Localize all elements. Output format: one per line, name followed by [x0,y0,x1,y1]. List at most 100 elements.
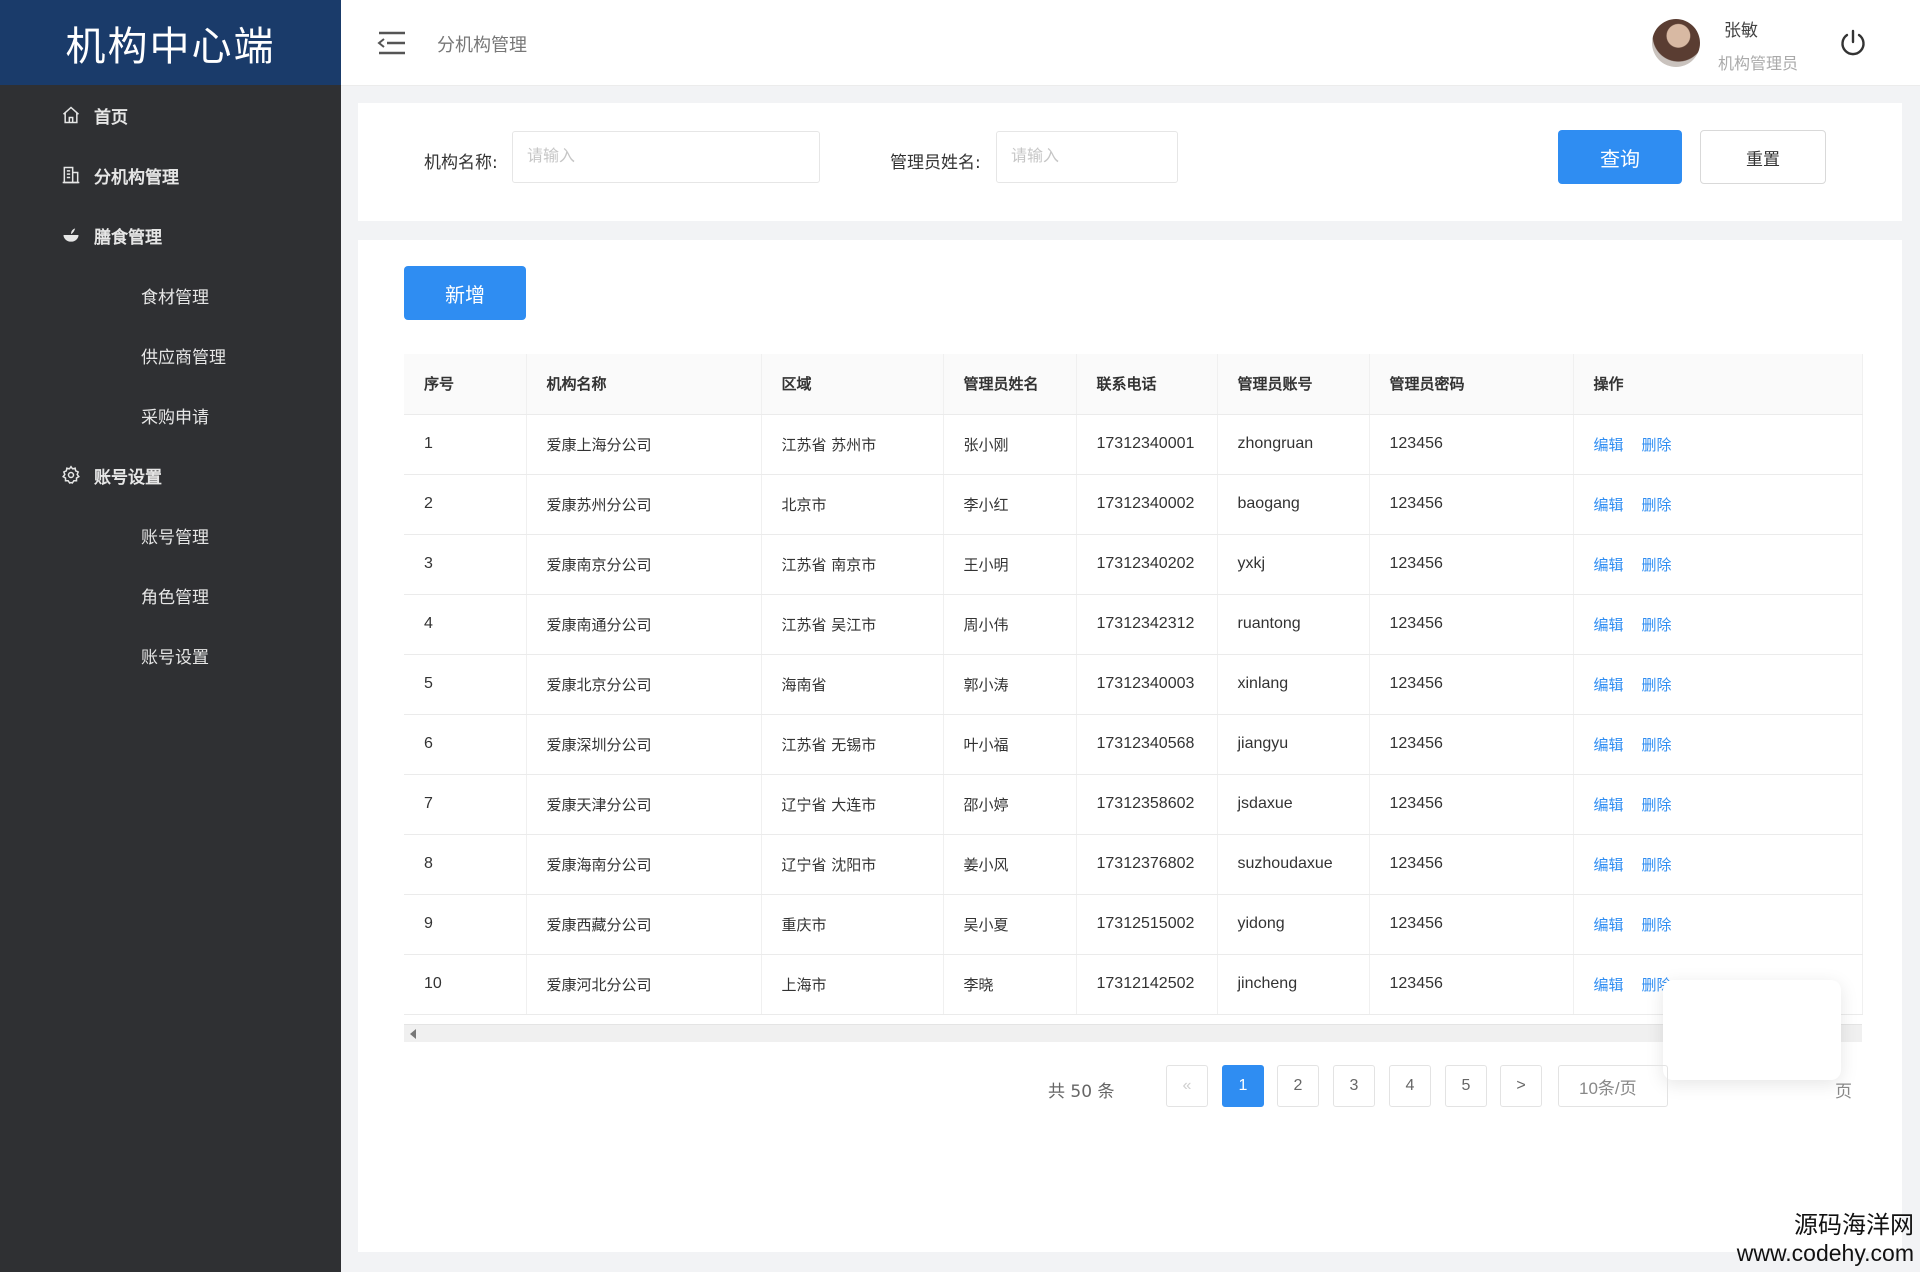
edit-link[interactable]: 编辑 [1594,677,1624,694]
delete-link[interactable]: 删除 [1642,917,1672,934]
page-button-4[interactable]: 4 [1389,1065,1431,1107]
scroll-left-arrow-icon[interactable] [410,1029,416,1039]
cell-org-name: 爱康深圳分公司 [526,714,762,775]
watermark-line2: www.codehy.com [1736,1239,1914,1266]
cell-index: 10 [404,954,527,1015]
delete-link[interactable]: 删除 [1642,857,1672,874]
query-button[interactable]: 查询 [1558,130,1682,184]
page-button-2[interactable]: 2 [1277,1065,1319,1107]
cell-region: 江苏省 无锡市 [761,714,944,775]
edit-link[interactable]: 编辑 [1594,737,1624,754]
cell-index: 6 [404,714,527,775]
cell-org-name: 爱康南通分公司 [526,594,762,655]
table-row: 7 爱康天津分公司 辽宁省 大连市 邵小婷 17312358602 jsdaxue 1234… [404,774,1863,835]
cell-admin-password: 123456 [1369,594,1574,655]
cell-actions: 编辑 删除 [1573,714,1863,775]
col-header-admin-account: 管理员账号 [1217,354,1370,415]
cell-admin-name: 王小明 [943,534,1077,595]
cell-actions: 编辑 删除 [1573,654,1863,715]
cell-actions: 编辑 删除 [1573,414,1863,475]
cell-region: 上海市 [761,954,944,1015]
cell-admin-password: 123456 [1369,714,1574,775]
cell-index: 1 [404,414,527,475]
col-header-org-name: 机构名称 [526,354,762,415]
sidebar-item-label: 账号设置 [94,467,162,488]
add-button[interactable]: 新增 [404,266,526,320]
sidebar-item-purchase-request[interactable]: 采购申请 [0,385,341,445]
power-icon[interactable] [1838,28,1868,58]
cell-admin-account: ruantong [1217,594,1370,655]
sidebar: 机构中心端 首页 分机构管理 膳食管理 食材管理 供应商管理 采购申请 账号设置… [0,0,341,1272]
col-header-region: 区域 [761,354,944,415]
cell-actions: 编辑 删除 [1573,834,1863,895]
sidebar-menu: 首页 分机构管理 膳食管理 食材管理 供应商管理 采购申请 账号设置 账号管理 … [0,85,341,685]
cell-index: 9 [404,894,527,955]
cell-admin-account: jiangyu [1217,714,1370,775]
page-size-select[interactable]: 10条/页 [1558,1065,1668,1107]
breadcrumb: 分机构管理 [437,35,527,56]
sidebar-item-ingredients[interactable]: 食材管理 [0,265,341,325]
table-row: 9 爱康西藏分公司 重庆市 吴小夏 17312515002 yidong 123456 编辑 删… [404,894,1863,955]
sidebar-item-account-settings[interactable]: 账号设置 [0,625,341,685]
table-row: 2 爱康苏州分公司 北京市 李小红 17312340002 baogang 123456 编辑… [404,474,1863,535]
cell-org-name: 爱康西藏分公司 [526,894,762,955]
delete-link[interactable]: 删除 [1642,797,1672,814]
food-icon [60,224,82,246]
user-role: 机构管理员 [1717,54,1798,73]
page-button-5[interactable]: 5 [1445,1065,1487,1107]
edit-link[interactable]: 编辑 [1594,797,1624,814]
delete-link[interactable]: 删除 [1642,557,1672,574]
brand-title: 机构中心端 [0,0,341,85]
cell-actions: 编辑 删除 [1573,474,1863,535]
delete-link[interactable]: 删除 [1642,617,1672,634]
cell-org-name: 爱康天津分公司 [526,774,762,835]
cell-phone: 17312358602 [1076,774,1218,835]
admin-name-input[interactable] [996,131,1178,183]
sidebar-item-meal-management[interactable]: 膳食管理 [0,205,341,265]
org-name-input[interactable] [512,131,820,183]
pagination: 共 50 条 « 1 2 3 4 5 > 10条/页 页 [358,980,1902,1109]
edit-link[interactable]: 编辑 [1594,617,1624,634]
cell-region: 辽宁省 大连市 [761,774,944,835]
gear-icon [60,464,82,486]
avatar[interactable] [1652,19,1700,67]
edit-link[interactable]: 编辑 [1594,497,1624,514]
delete-link[interactable]: 删除 [1642,497,1672,514]
top-header: 分机构管理 张敏 机构管理员 [341,0,1920,86]
reset-button[interactable]: 重置 [1700,130,1826,184]
delete-link[interactable]: 删除 [1642,737,1672,754]
delete-link[interactable]: 删除 [1642,677,1672,694]
col-header-index: 序号 [404,354,527,415]
cell-admin-password: 123456 [1369,474,1574,535]
cell-admin-account: jsdaxue [1217,774,1370,835]
horizontal-scrollbar[interactable] [404,1024,1862,1042]
prev-page-button[interactable]: « [1166,1065,1208,1107]
total-count: 共 50 条 [1048,1082,1115,1102]
watermark-line1: 源码海洋网 [1794,1210,1914,1239]
sidebar-item-suppliers[interactable]: 供应商管理 [0,325,341,385]
cell-region: 江苏省 南京市 [761,534,944,595]
cell-admin-account: baogang [1217,474,1370,535]
edit-link[interactable]: 编辑 [1594,857,1624,874]
edit-link[interactable]: 编辑 [1594,437,1624,454]
cell-admin-name: 周小伟 [943,594,1077,655]
sidebar-item-branch-management[interactable]: 分机构管理 [0,145,341,205]
cell-admin-account: xinlang [1217,654,1370,715]
page-button-3[interactable]: 3 [1333,1065,1375,1107]
delete-link[interactable]: 删除 [1642,437,1672,454]
sidebar-item-home[interactable]: 首页 [0,85,341,145]
sidebar-item-role-management[interactable]: 角色管理 [0,565,341,625]
col-header-admin-password: 管理员密码 [1369,354,1574,415]
sidebar-item-account-management[interactable]: 账号管理 [0,505,341,565]
cell-admin-password: 123456 [1369,894,1574,955]
next-page-button[interactable]: > [1500,1065,1542,1107]
page-button-1[interactable]: 1 [1222,1065,1264,1107]
edit-link[interactable]: 编辑 [1594,917,1624,934]
sidebar-item-account-settings-group[interactable]: 账号设置 [0,445,341,505]
cell-index: 7 [404,774,527,835]
edit-link[interactable]: 编辑 [1594,557,1624,574]
cell-admin-name: 叶小福 [943,714,1077,775]
menu-collapse-icon[interactable] [377,30,407,56]
edit-link[interactable]: 编辑 [1594,977,1624,994]
col-header-actions: 操作 [1573,354,1863,415]
